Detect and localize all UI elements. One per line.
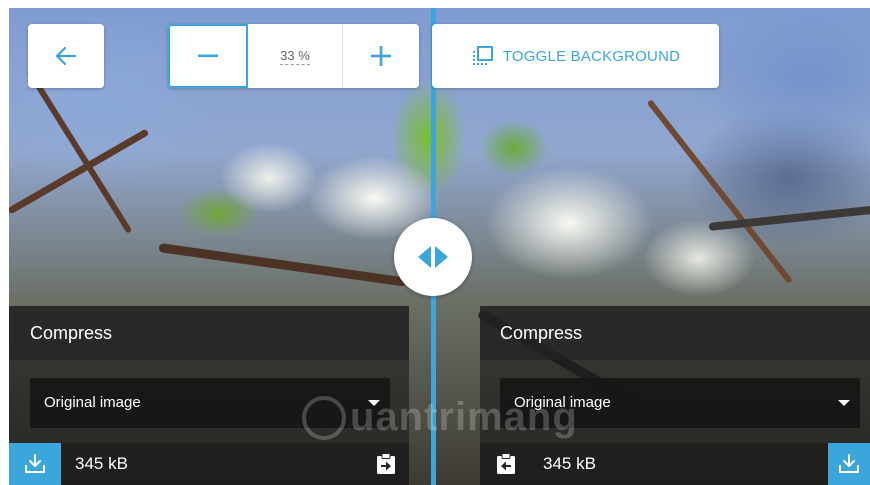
plus-icon (371, 46, 392, 66)
left-panel-title: Compress (30, 323, 113, 343)
paste-right-icon (377, 453, 395, 474)
split-arrow-right-icon (435, 246, 448, 268)
right-file-size: 345 kB (543, 454, 596, 473)
right-panel-title: Compress (500, 323, 583, 343)
download-icon (25, 454, 45, 473)
watermark-logo (302, 396, 346, 440)
left-panel-footer: 345 kB (9, 443, 409, 485)
left-panel-header: Compress (9, 306, 409, 360)
left-file-size: 345 kB (75, 454, 128, 473)
zoom-in-button[interactable] (343, 24, 419, 88)
left-options-panel: Compress Original image 345 kB (9, 306, 409, 485)
toggle-background-button[interactable]: TOGGLE BACKGROUND (432, 24, 719, 88)
zoom-control: 33 % (168, 24, 419, 88)
minus-icon (197, 54, 218, 58)
right-download-button[interactable] (828, 443, 870, 485)
back-button[interactable] (28, 24, 104, 88)
branch-shape (158, 243, 408, 287)
right-panel-header: Compress (480, 306, 870, 360)
right-panel-footer: 345 kB (480, 443, 870, 485)
compare-handle[interactable] (394, 218, 472, 296)
zoom-out-button[interactable] (168, 24, 248, 88)
chevron-down-icon (838, 400, 850, 406)
zoom-value[interactable]: 33 % (248, 24, 344, 88)
branch-shape (646, 99, 793, 285)
watermark-text: uantrimang (350, 395, 578, 439)
split-arrow-left-icon (418, 246, 431, 268)
compare-stage: 33 % TOGGLE BACKGROUND Compress Original… (0, 0, 870, 485)
right-copy-settings-button[interactable] (495, 453, 517, 475)
dotted-square-icon (472, 46, 493, 65)
left-copy-settings-button[interactable] (375, 453, 397, 475)
paste-left-icon (497, 453, 515, 474)
branch-shape (9, 128, 150, 215)
toggle-background-label: TOGGLE BACKGROUND (502, 47, 681, 65)
zoom-value-text: 33 % (280, 47, 310, 65)
left-download-button[interactable] (9, 443, 61, 485)
left-method-value: Original image (44, 394, 141, 411)
arrow-left-icon (55, 46, 77, 66)
left-panel-body: Original image (9, 360, 409, 443)
download-icon (839, 454, 859, 473)
